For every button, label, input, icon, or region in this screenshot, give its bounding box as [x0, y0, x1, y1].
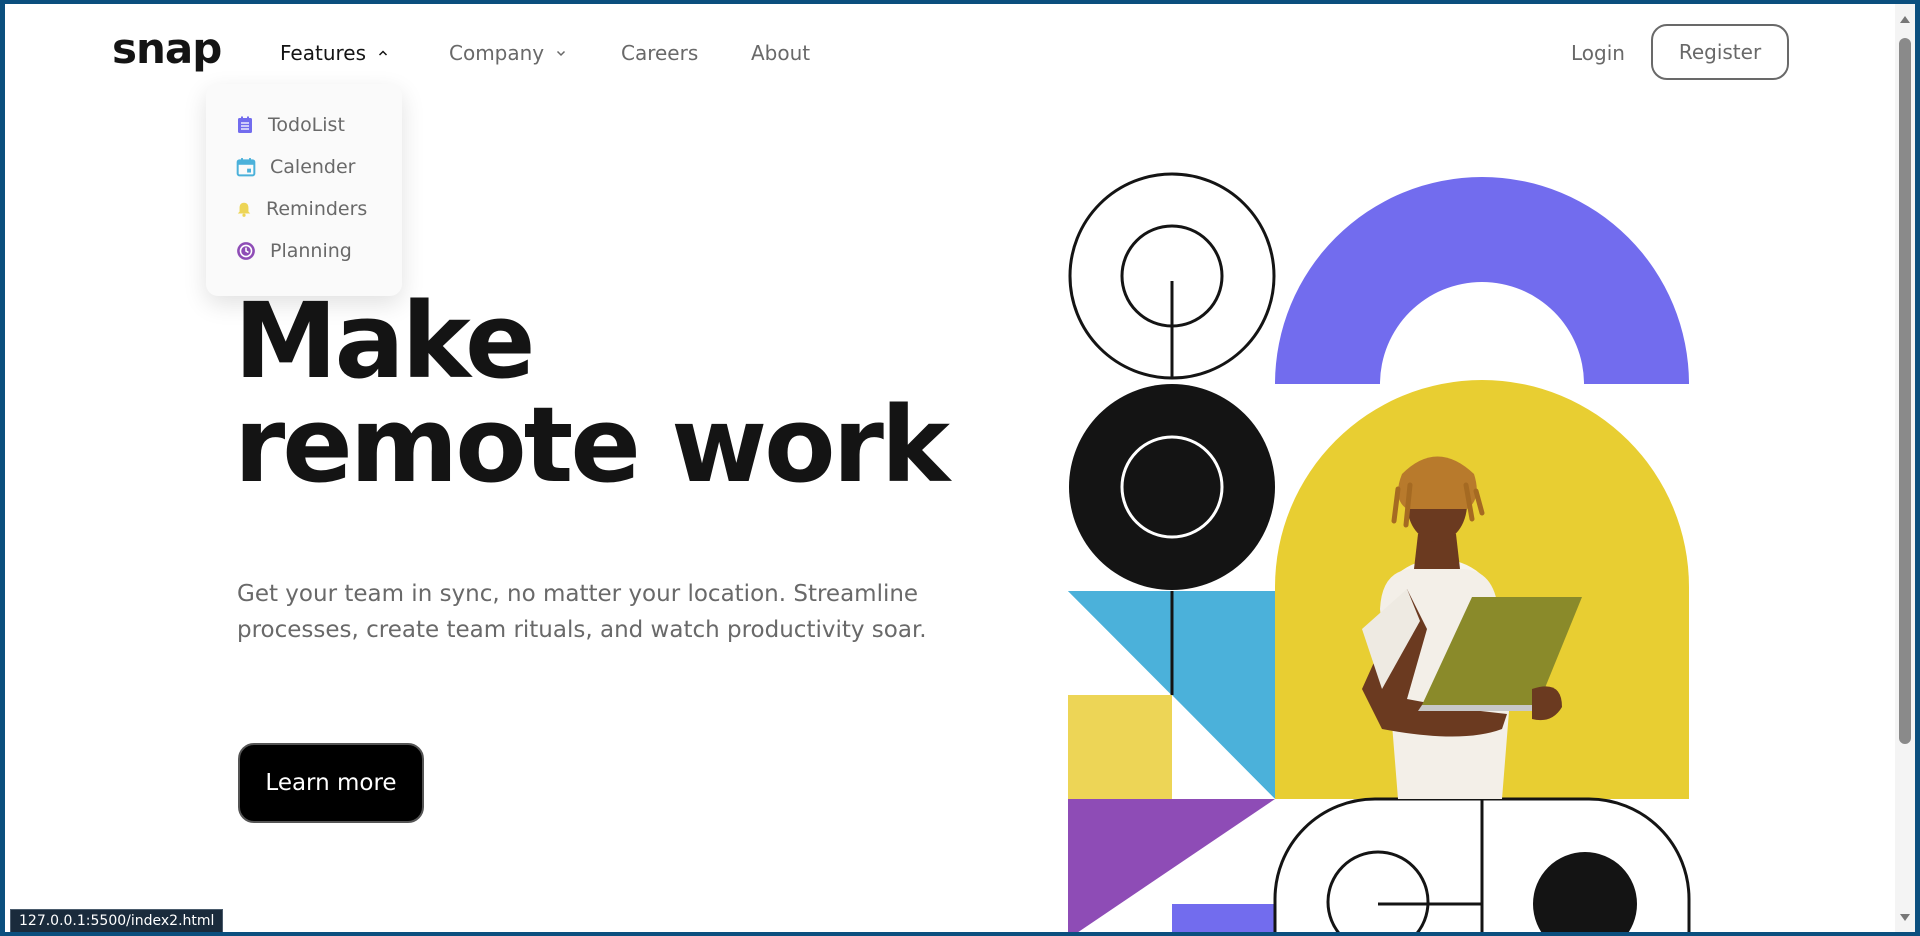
- chevron-down-icon: [557, 50, 566, 57]
- hero-description: Get your team in sync, no matter your lo…: [237, 581, 927, 643]
- learn-more-button[interactable]: Learn more: [238, 743, 424, 823]
- status-bar-url: 127.0.0.1:5500/index2.html: [10, 909, 224, 932]
- nav-features[interactable]: Features: [280, 41, 388, 65]
- hero-title-line1: Make: [234, 280, 536, 402]
- dropdown-label-calender: Calender: [270, 156, 356, 178]
- logo[interactable]: snap: [112, 24, 222, 73]
- dropdown-label-todolist: TodoList: [268, 114, 345, 136]
- client-logos-strip: [270, 917, 810, 932]
- scroll-down-icon[interactable]: [1900, 914, 1910, 921]
- register-button[interactable]: Register: [1651, 24, 1789, 80]
- dropdown-label-reminders: Reminders: [266, 198, 368, 220]
- features-dropdown: TodoList Calender Reminders Planning: [206, 84, 402, 296]
- hero-title: Make remote work: [234, 280, 950, 506]
- dropdown-item-todolist[interactable]: TodoList: [236, 114, 345, 136]
- browser-viewport: snap Features Company Careers About Logi…: [5, 4, 1915, 932]
- bell-icon: [237, 202, 251, 217]
- hero-title-line2: remote work: [234, 384, 950, 506]
- todo-icon: [238, 116, 252, 133]
- nav-about-label: About: [751, 41, 811, 65]
- scroll-up-icon[interactable]: [1900, 16, 1910, 23]
- nav-about[interactable]: About: [751, 41, 810, 65]
- nav-features-label: Features: [280, 41, 366, 65]
- vertical-scrollbar[interactable]: [1895, 4, 1915, 932]
- dropdown-item-calender[interactable]: Calender: [236, 156, 355, 178]
- client-logos-icon: [270, 926, 810, 932]
- dropdown-item-reminders[interactable]: Reminders: [236, 198, 367, 220]
- dropdown-item-planning[interactable]: Planning: [236, 240, 352, 262]
- nav-careers[interactable]: Careers: [621, 41, 698, 65]
- clock-icon: [237, 242, 255, 260]
- hero-illustration: [1062, 169, 1692, 932]
- calendar-icon: [236, 158, 256, 177]
- nav-company[interactable]: Company: [449, 41, 566, 65]
- chevron-up-icon: [378, 50, 388, 56]
- nav-careers-label: Careers: [621, 41, 699, 65]
- login-link[interactable]: Login: [1571, 41, 1625, 65]
- nav-company-label: Company: [449, 41, 545, 65]
- geometric-art: [1068, 172, 1691, 932]
- dropdown-label-planning: Planning: [270, 240, 352, 262]
- scrollbar-thumb[interactable]: [1899, 38, 1911, 744]
